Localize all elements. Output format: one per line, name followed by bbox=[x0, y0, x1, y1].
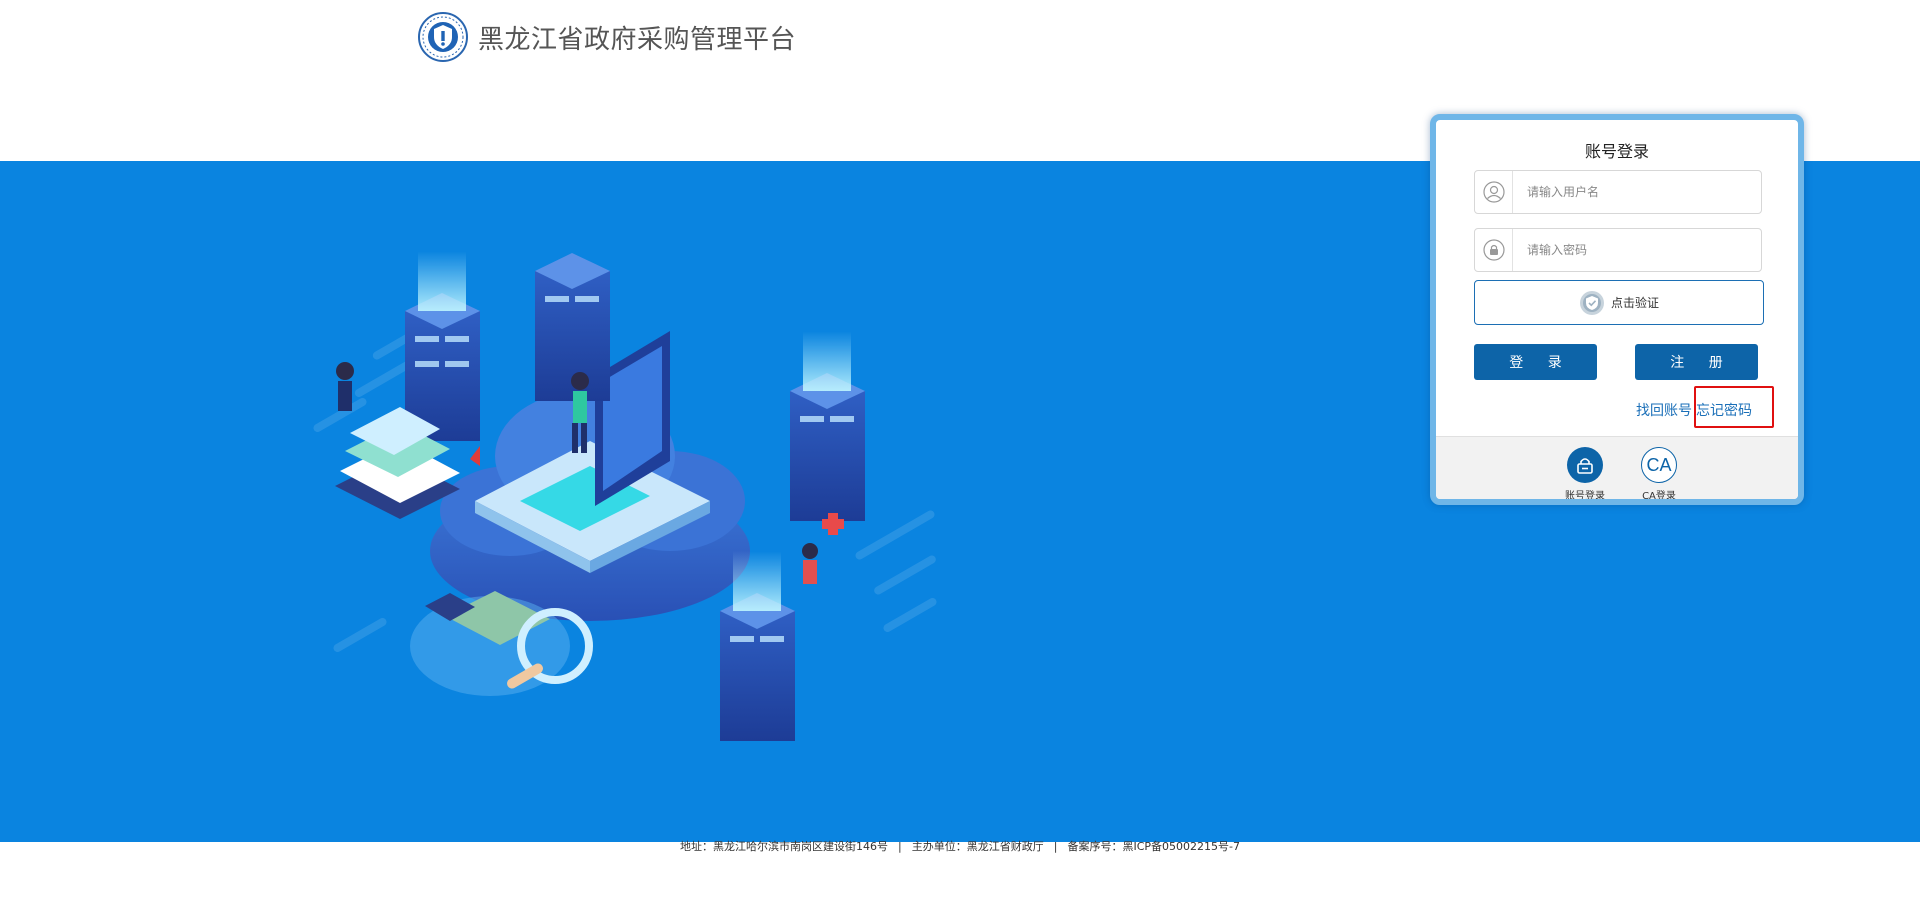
footer-separator: | bbox=[898, 840, 902, 853]
site-logo-group[interactable]: 黑龙江省政府采购管理平台 bbox=[418, 12, 796, 62]
verify-label: 点击验证 bbox=[1610, 296, 1659, 310]
footer-separator: | bbox=[1053, 840, 1058, 853]
page-footer: 地址：黑龙江哈尔滨市南岗区建设街146号 | 主办单位：黑龙江省财政厅 | 备案序号：黑… bbox=[0, 838, 1920, 854]
ca-icon: CA bbox=[1641, 447, 1677, 483]
register-button[interactable]: 注 册 bbox=[1635, 344, 1758, 380]
shield-icon bbox=[1579, 290, 1604, 315]
lock-icon bbox=[1567, 447, 1603, 483]
tab-account-login-label: 账号登录 bbox=[1565, 491, 1605, 502]
find-account-link[interactable]: 找回账号 bbox=[1636, 403, 1692, 419]
tab-account-login[interactable]: 账号登录 bbox=[1555, 447, 1615, 502]
tab-ca-login[interactable]: CA CA登录 bbox=[1629, 447, 1689, 502]
login-method-tabs: 账号登录 CA CA登录 bbox=[1436, 436, 1798, 502]
captcha-verify-button[interactable]: 点击验证 bbox=[1474, 280, 1764, 325]
footer-host: 主办单位：黑龙江省财政厅 bbox=[911, 840, 1044, 853]
footer-icp: 备案序号：黑ICP备05002215号-7 bbox=[1067, 840, 1240, 853]
emblem-logo bbox=[418, 12, 468, 62]
username-field[interactable] bbox=[1474, 170, 1762, 214]
password-field[interactable] bbox=[1474, 228, 1762, 272]
highlight-box bbox=[1694, 386, 1774, 428]
user-icon bbox=[1475, 171, 1513, 213]
isometric-cloud-illustration bbox=[313, 251, 937, 741]
login-title: 账号登录 bbox=[1584, 142, 1649, 161]
lock-icon bbox=[1475, 229, 1513, 271]
tab-ca-login-label: CA登录 bbox=[1642, 491, 1676, 502]
username-input[interactable] bbox=[1527, 177, 1747, 207]
site-title: 黑龙江省政府采购管理平台 bbox=[478, 24, 797, 55]
login-panel: 账号登录 点击验证 登 录 注 册 bbox=[1430, 114, 1804, 505]
footer-address: 地址：黑龙江哈尔滨市南岗区建设街146号 bbox=[680, 840, 889, 853]
ca-icon-text: CA bbox=[1646, 454, 1672, 475]
password-input[interactable] bbox=[1527, 235, 1747, 265]
login-button[interactable]: 登 录 bbox=[1474, 344, 1597, 380]
